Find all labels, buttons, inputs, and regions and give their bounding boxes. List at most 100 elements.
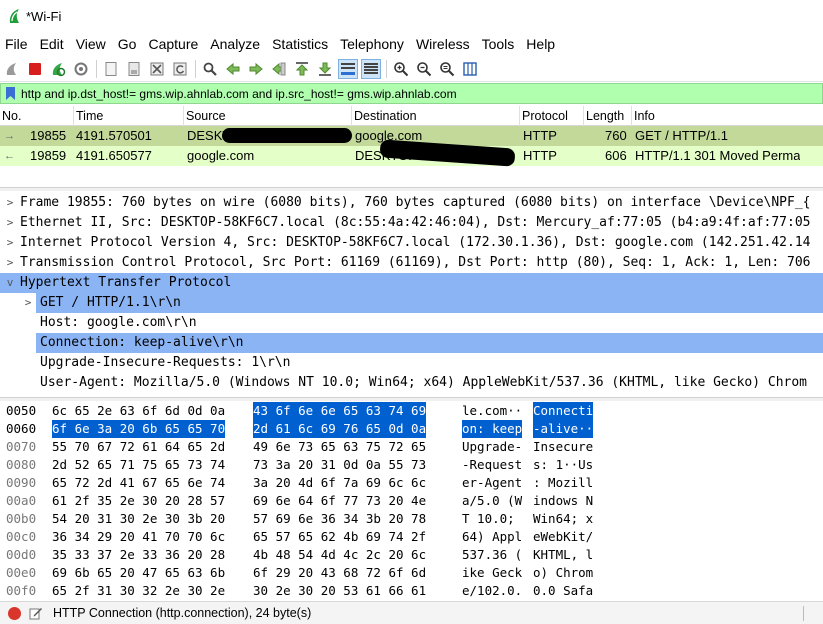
ascii-bytes: o) Chrom (533, 565, 594, 580)
detail-text: User-Agent: Mozilla/5.0 (Windows NT 10.0… (40, 375, 808, 390)
ascii-bytes-selected: -alive·· (533, 420, 594, 438)
detail-row-ethernet[interactable]: > Ethernet II, Src: DESKTOP-58KF6C7.loca… (0, 213, 823, 233)
reload-file-icon[interactable] (170, 59, 190, 79)
column-time[interactable]: Time (74, 106, 184, 126)
byte-offset: 0090 (6, 475, 37, 490)
hex-bytes: 73 3a 20 31 0d 0a 55 73 (253, 457, 427, 472)
shark-fin-start-icon[interactable] (2, 59, 22, 79)
expand-arrow-icon[interactable]: > (22, 293, 34, 313)
expand-arrow-icon[interactable]: > (4, 213, 16, 233)
bytes-row[interactable]: 0080 2d 52 65 71 75 65 73 74 73 3a 20 31… (0, 456, 823, 474)
pane-splitter[interactable] (0, 187, 823, 191)
bytes-row[interactable]: 0090 65 72 2d 41 67 65 6e 74 3a 20 4d 6f… (0, 474, 823, 492)
hex-bytes-selected: 6f 6e 3a 20 6b 65 65 70 (52, 420, 226, 438)
restart-capture-icon[interactable] (48, 59, 68, 79)
bytes-row[interactable]: 0060 6f 6e 3a 20 6b 65 65 70 2d 61 6c 69… (0, 420, 823, 438)
packet-list-header: No. Time Source Destination Protocol Len… (0, 106, 823, 126)
column-length[interactable]: Length (584, 106, 632, 126)
bytes-row[interactable]: 00a0 61 2f 35 2e 30 20 28 57 69 6e 64 6f… (0, 492, 823, 510)
detail-row-http[interactable]: v Hypertext Transfer Protocol (0, 273, 823, 293)
capture-options-icon[interactable] (71, 59, 91, 79)
menu-go[interactable]: Go (112, 33, 143, 55)
expand-arrow-icon[interactable]: > (4, 233, 16, 253)
ascii-bytes: Win64; x (533, 511, 594, 526)
expand-arrow-icon[interactable]: > (4, 193, 16, 213)
menu-view[interactable]: View (70, 33, 112, 55)
zoom-in-icon[interactable] (391, 59, 411, 79)
capture-status-icon[interactable] (8, 606, 21, 620)
normal-size-icon[interactable] (437, 59, 457, 79)
edit-comment-icon[interactable] (29, 606, 43, 620)
detail-row-frame[interactable]: > Frame 19855: 760 bytes on wire (6080 b… (0, 193, 823, 213)
byte-offset: 0080 (6, 457, 37, 472)
hex-bytes: 6c 65 2e 63 6f 6d 0d 0a (52, 403, 226, 418)
colorize-icon[interactable] (361, 59, 381, 79)
menu-edit[interactable]: Edit (34, 33, 70, 55)
bytes-row[interactable]: 00c0 36 34 29 20 41 70 70 6c 65 57 65 62… (0, 528, 823, 546)
menu-file[interactable]: File (0, 33, 34, 55)
column-no[interactable]: No. (0, 106, 74, 126)
packet-protocol: HTTP (523, 148, 557, 163)
detail-row-tcp[interactable]: > Transmission Control Protocol, Src Por… (0, 253, 823, 273)
find-packet-icon[interactable] (200, 59, 220, 79)
hex-bytes: 61 2f 35 2e 30 20 28 57 (52, 493, 226, 508)
bytes-row[interactable]: 00f0 65 2f 31 30 32 2e 30 2e 30 2e 30 20… (0, 582, 823, 599)
packet-time: 4191.650577 (76, 148, 152, 163)
column-source[interactable]: Source (184, 106, 352, 126)
display-filter-input[interactable]: http and ip.dst_host!= gms.wip.ahnlab.co… (21, 87, 457, 101)
menu-wireless[interactable]: Wireless (410, 33, 476, 55)
collapse-arrow-icon[interactable]: v (4, 273, 16, 293)
hex-bytes: 65 2f 31 30 32 2e 30 2e (52, 583, 226, 598)
detail-row-request-line[interactable]: GET / HTTP/1.1\r\n (36, 293, 823, 313)
go-to-packet-icon[interactable] (269, 59, 289, 79)
column-protocol[interactable]: Protocol (520, 106, 584, 126)
window-title: *Wi-Fi (26, 8, 62, 24)
detail-row-ip[interactable]: > Internet Protocol Version 4, Src: DESK… (0, 233, 823, 253)
packet-row[interactable]: ← 19859 4191.650577 google.com DESKTOP-5… (0, 139, 823, 167)
byte-offset: 00d0 (6, 547, 37, 562)
byte-offset: 00e0 (6, 565, 37, 580)
autoscroll-icon[interactable] (338, 59, 358, 79)
go-back-icon[interactable] (223, 59, 243, 79)
detail-text: GET / HTTP/1.1\r\n (40, 295, 181, 310)
hex-bytes: 69 6e 64 6f 77 73 20 4e (253, 493, 427, 508)
first-packet-icon[interactable] (292, 59, 312, 79)
expand-arrow-icon[interactable]: > (4, 253, 16, 273)
packet-no: 19855 (30, 128, 67, 143)
detail-row-connection[interactable]: Connection: keep-alive\r\n (36, 333, 823, 353)
stop-capture-icon[interactable] (25, 59, 45, 79)
last-packet-icon[interactable] (315, 59, 335, 79)
ascii-bytes: Insecure (533, 439, 594, 454)
close-file-icon[interactable] (147, 59, 167, 79)
display-filter-bar[interactable]: http and ip.dst_host!= gms.wip.ahnlab.co… (0, 83, 823, 104)
menu-analyze[interactable]: Analyze (204, 33, 266, 55)
detail-row-user-agent[interactable]: User-Agent: Mozilla/5.0 (Windows NT 10.0… (0, 373, 823, 393)
ascii-bytes: 64) Appl (462, 529, 523, 544)
hex-bytes: 54 20 31 30 2e 30 3b 20 (52, 511, 226, 526)
detail-text: Ethernet II, Src: DESKTOP-58KF6C7.local … (20, 215, 811, 230)
menu-statistics[interactable]: Statistics (266, 33, 334, 55)
column-destination[interactable]: Destination (352, 106, 520, 126)
bytes-row[interactable]: 0070 55 70 67 72 61 64 65 2d 49 6e 73 65… (0, 438, 823, 456)
menu-telephony[interactable]: Telephony (334, 33, 410, 55)
bytes-row[interactable]: 00e0 69 6b 65 20 47 65 63 6b 6f 29 20 43… (0, 564, 823, 582)
save-file-icon[interactable] (124, 59, 144, 79)
resize-columns-icon[interactable] (460, 59, 480, 79)
bytes-row[interactable]: 00d0 35 33 37 2e 33 36 20 28 4b 48 54 4d… (0, 546, 823, 564)
go-forward-icon[interactable] (246, 59, 266, 79)
filter-bookmark-icon[interactable] (6, 87, 15, 100)
packet-no: 19859 (30, 148, 67, 163)
zoom-out-icon[interactable] (414, 59, 434, 79)
ascii-bytes: ike Geck (462, 565, 523, 580)
menu-help[interactable]: Help (520, 33, 561, 55)
column-info[interactable]: Info (632, 106, 823, 126)
detail-row-host[interactable]: Host: google.com\r\n (0, 313, 823, 333)
bytes-row[interactable]: 0050 6c 65 2e 63 6f 6d 0d 0a 43 6f 6e 6e… (0, 402, 823, 420)
bytes-row[interactable]: 00b0 54 20 31 30 2e 30 3b 20 57 69 6e 36… (0, 510, 823, 528)
menu-tools[interactable]: Tools (476, 33, 521, 55)
open-file-icon[interactable] (101, 59, 121, 79)
detail-row-upgrade[interactable]: Upgrade-Insecure-Requests: 1\r\n (0, 353, 823, 373)
menu-capture[interactable]: Capture (142, 33, 204, 55)
ascii-bytes: s: 1··Us (533, 457, 594, 472)
hex-bytes-selected: 43 6f 6e 6e 65 63 74 69 (253, 402, 427, 420)
